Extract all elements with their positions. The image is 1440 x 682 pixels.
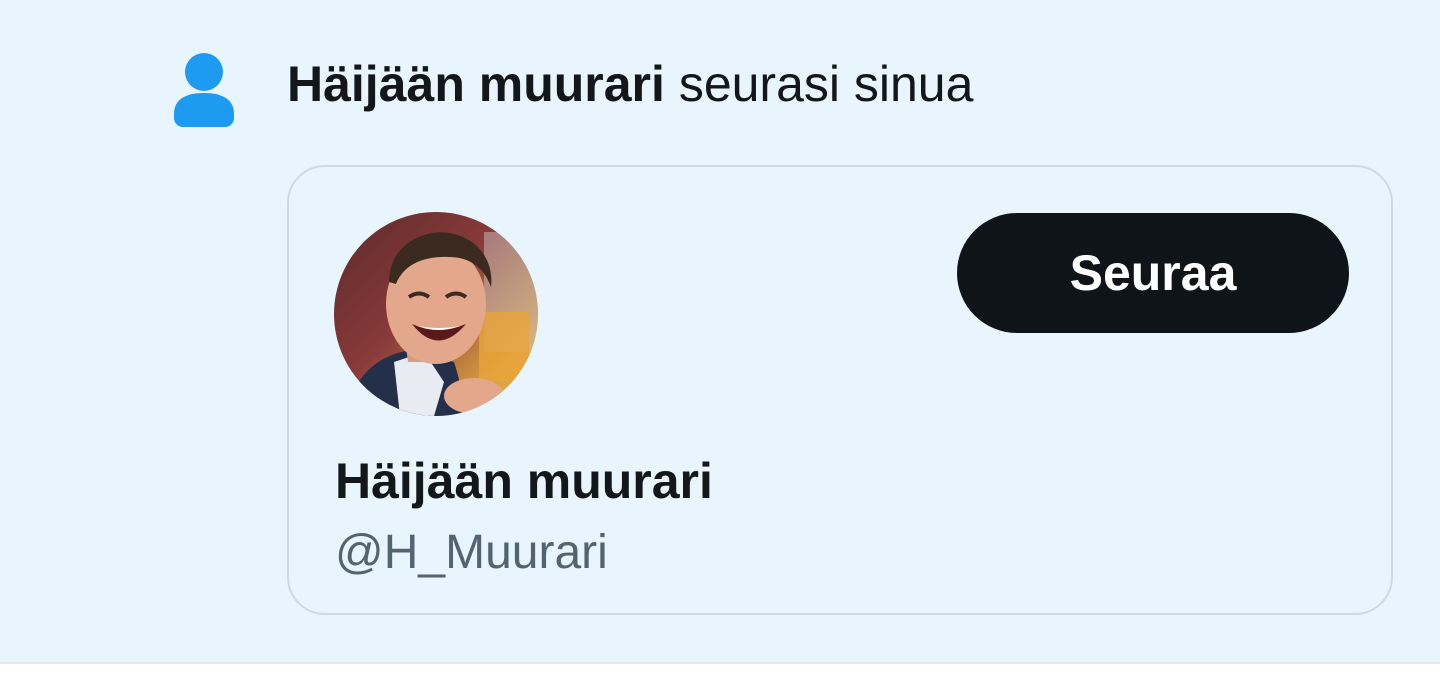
display-name[interactable]: Häijään muurari <box>335 451 713 511</box>
avatar[interactable] <box>334 212 538 416</box>
person-icon <box>170 52 238 130</box>
user-card[interactable]: Seuraa Häijään muurari @H_Muurari <box>287 165 1393 615</box>
action-text: seurasi sinua <box>678 56 974 112</box>
follow-button[interactable]: Seuraa <box>957 213 1349 333</box>
actor-name[interactable]: Häijään muurari <box>287 56 665 112</box>
notification-headline: Häijään muurari seurasi sinua <box>287 54 973 114</box>
user-handle[interactable]: @H_Muurari <box>335 523 608 583</box>
follow-notification[interactable]: Häijään muurari seurasi sinua Seuraa Häi… <box>0 0 1440 664</box>
